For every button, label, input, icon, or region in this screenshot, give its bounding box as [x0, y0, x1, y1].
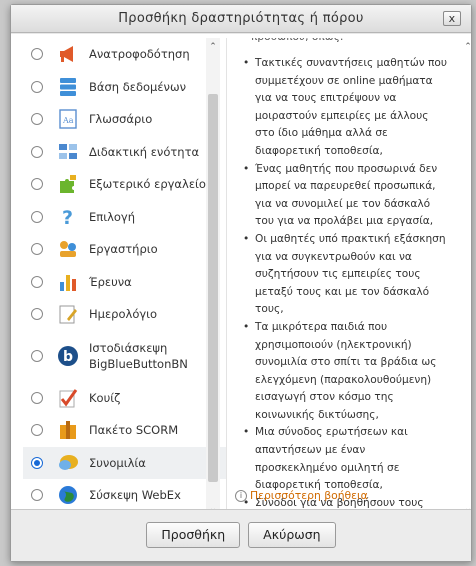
help-bullet: Οι μαθητές υπό πρακτική εξάσκηση για να …	[241, 231, 451, 319]
module-option[interactable]: Εργαστήριο	[23, 233, 226, 266]
journal-icon	[57, 303, 79, 325]
more-help-link[interactable]: i Περισσότερη βοήθεια	[235, 487, 368, 505]
package-icon	[57, 419, 79, 441]
svg-text:b: b	[63, 349, 73, 365]
glossary-icon: Aa	[57, 108, 79, 130]
info-icon: i	[235, 489, 247, 502]
module-option[interactable]: Βάση δεδομένων	[23, 71, 226, 104]
question-icon: ?	[57, 206, 79, 228]
dialog-titlebar: Προσθήκη δραστηριότητας ή πόρου x	[11, 5, 471, 33]
module-option[interactable]: Εξωτερικό εργαλείο	[23, 168, 226, 201]
svg-text:?: ?	[62, 207, 73, 228]
module-option[interactable]: Συνομιλία	[23, 446, 226, 479]
scroll-up-arrow-icon[interactable]: ⌃	[461, 40, 475, 54]
help-intro-text: προσώπου, όπως:	[251, 38, 343, 47]
module-radio[interactable]	[31, 275, 43, 288]
quiz-icon	[57, 387, 79, 409]
module-label: Κουίζ	[89, 390, 121, 405]
module-list: Ανατροφοδότηση Βάση δεδομένων Aa Γλωσσάριο Δ…	[23, 38, 226, 516]
module-label: Ανατροφοδότηση	[89, 47, 190, 62]
module-option[interactable]: Διδακτική ενότητα	[23, 136, 226, 169]
module-radio[interactable]	[31, 243, 43, 256]
help-bullet-list: Τακτικές συναντήσεις μαθητών που συμμετέ…	[241, 55, 451, 516]
module-option[interactable]: b Ιστοδιάσκεψη BigBlueButtonBN	[23, 331, 226, 382]
globe-icon	[57, 484, 79, 506]
module-option[interactable]: ? Επιλογή	[23, 201, 226, 234]
dialog-footer: Προσθήκη Ακύρωση	[11, 509, 471, 561]
svg-text:Aa: Aa	[62, 116, 74, 125]
module-option[interactable]: Έρευνα	[23, 266, 226, 299]
module-label: Επιλογή	[89, 209, 136, 224]
cancel-button[interactable]: Ακύρωση	[248, 521, 336, 548]
module-radio[interactable]	[31, 210, 43, 223]
megaphone-icon	[57, 43, 79, 65]
module-label: Πακέτο SCORM	[89, 423, 179, 438]
module-radio[interactable]	[31, 308, 43, 321]
module-label: Βάση δεδομένων	[89, 79, 187, 94]
module-label: Έρευνα	[89, 274, 132, 289]
module-radio[interactable]	[31, 80, 43, 93]
module-option[interactable]: Σύσκεψη WebEx	[23, 479, 226, 512]
scroll-up-arrow-icon[interactable]: ⌃	[206, 40, 220, 54]
module-option[interactable]: Πακέτο SCORM	[23, 414, 226, 447]
dialog-title: Προσθήκη δραστηριότητας ή πόρου	[118, 11, 364, 26]
bigbluebutton-icon: b	[57, 345, 79, 367]
module-radio[interactable]	[31, 350, 43, 362]
add-activity-dialog: Προσθήκη δραστηριότητας ή πόρου x Ανατρο…	[10, 4, 472, 562]
module-radio[interactable]	[31, 48, 43, 61]
help-bullet: Μια σύνοδος ερωτήσεων και απαντήσεων με …	[241, 424, 451, 494]
database-icon	[57, 76, 79, 98]
close-button[interactable]: x	[443, 11, 461, 26]
help-pane: προσώπου, όπως: Τακτικές συναντήσεις μαθ…	[233, 38, 461, 516]
module-list-scrollbar[interactable]: ⌃ ⌄	[206, 38, 220, 516]
add-button[interactable]: Προσθήκη	[146, 521, 241, 548]
module-radio[interactable]	[31, 456, 43, 469]
module-list-pane[interactable]: Ανατροφοδότηση Βάση δεδομένων Aa Γλωσσάριο Δ…	[23, 38, 227, 516]
module-label: Συνομιλία	[89, 455, 146, 470]
module-option[interactable]: Ανατροφοδότηση	[23, 38, 226, 71]
module-radio[interactable]	[31, 489, 43, 502]
module-label: Γλωσσάριο	[89, 112, 153, 127]
module-label: Σύσκεψη WebEx	[89, 488, 181, 503]
chat-icon	[57, 452, 79, 474]
help-pane-scrollbar[interactable]: ⌃ ⌄	[461, 38, 473, 516]
module-radio[interactable]	[31, 391, 43, 404]
scrollbar-thumb[interactable]	[208, 94, 218, 482]
help-bullet: Τακτικές συναντήσεις μαθητών που συμμετέ…	[241, 55, 451, 161]
module-radio[interactable]	[31, 178, 43, 191]
module-radio[interactable]	[31, 113, 43, 126]
help-bullet: Ένας μαθητής που προσωρινά δεν μπορεί να…	[241, 161, 451, 231]
puzzle-icon	[57, 173, 79, 195]
module-radio[interactable]	[31, 424, 43, 437]
bar-chart-icon	[57, 271, 79, 293]
lesson-icon	[57, 141, 79, 163]
module-radio[interactable]	[31, 145, 43, 158]
help-bullet: Τα μικρότερα παιδιά που χρησιμοποιούν (η…	[241, 319, 451, 425]
module-label: Διδακτική ενότητα	[89, 144, 200, 159]
module-label: Ημερολόγιο	[89, 307, 158, 322]
module-option[interactable]: Κουίζ	[23, 382, 226, 415]
module-label: Εργαστήριο	[89, 242, 158, 257]
more-help-label: Περισσότερη βοήθεια	[250, 489, 368, 502]
dialog-body: Ανατροφοδότηση Βάση δεδομένων Aa Γλωσσάριο Δ…	[11, 34, 472, 516]
module-label: Εξωτερικό εργαλείο	[89, 177, 206, 192]
workshop-icon	[57, 238, 79, 260]
module-option[interactable]: Ημερολόγιο	[23, 298, 226, 331]
module-option[interactable]: Aa Γλωσσάριο	[23, 103, 226, 136]
